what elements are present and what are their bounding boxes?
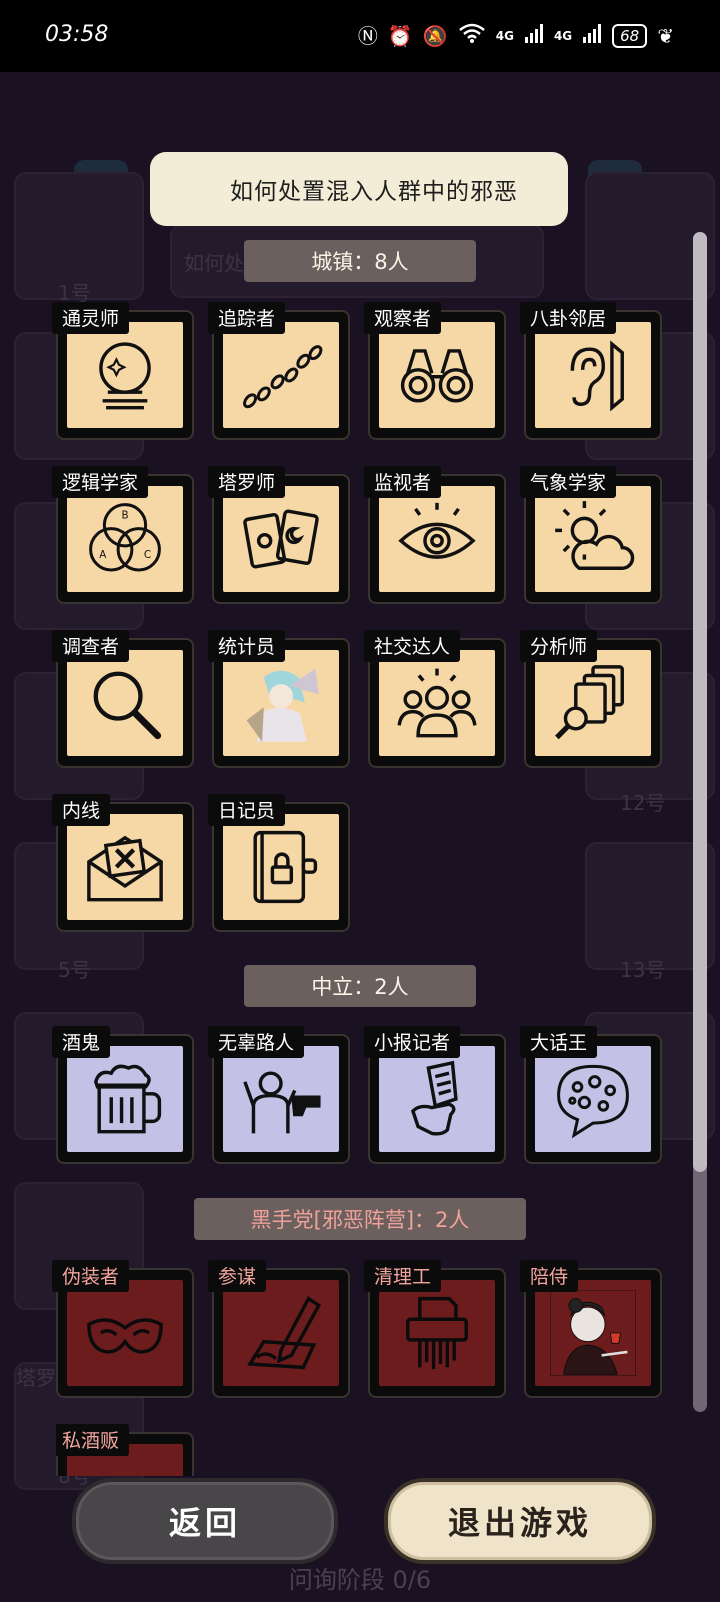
role-label: 清理工 (364, 1260, 442, 1292)
ghost-seat-label: 塔罗 (16, 1366, 56, 1390)
ear-icon (570, 340, 624, 412)
role-card-consigliere[interactable]: 参谋 (208, 1260, 350, 1398)
role-card-janitor[interactable]: 清理工 (364, 1260, 506, 1398)
role-card-diarist[interactable]: 日记员 (208, 794, 350, 932)
role-label: 酒鬼 (52, 1026, 111, 1058)
binoculars-icon (400, 349, 474, 403)
status-time: 03:58 (45, 22, 109, 47)
role-label: 通灵师 (52, 302, 130, 334)
weather-icon (555, 501, 635, 570)
character-portrait (238, 660, 324, 746)
role-card-disguiser[interactable]: 伪装者 (52, 1260, 194, 1398)
role-card-big-talker[interactable]: 大话王 (520, 1026, 662, 1164)
mask-icon (87, 1318, 163, 1354)
eye-icon (398, 502, 476, 559)
status-bar: 03:58 Ⓝ ⏰ 🔕 4G 4G 68 ❦ (0, 0, 720, 72)
dialog-title: 如何处置混入人群中的邪恶 (150, 152, 568, 226)
shredder-icon (406, 1296, 468, 1370)
venn-diagram-icon: B A C (89, 503, 161, 572)
scrollbar-thumb[interactable] (693, 232, 707, 1172)
role-label: 监视者 (364, 466, 442, 498)
leaf-icon: ❦ (657, 23, 674, 48)
character-portrait (550, 1290, 636, 1376)
beer-mug-icon (93, 1064, 162, 1134)
role-card-bootlegger[interactable]: 私酒贩 (56, 1424, 194, 1476)
role-card-socialite[interactable]: 社交达人 (364, 630, 506, 768)
battery-indicator: 68 (612, 23, 648, 48)
role-label: 逻辑学家 (52, 466, 149, 498)
dialog-title-text: 如何处置混入人群中的邪恶 (230, 179, 518, 205)
crowd-icon (397, 668, 477, 738)
role-label: 调查者 (52, 630, 130, 662)
role-card-tracker[interactable]: 追踪者 (208, 302, 350, 440)
role-card-innocent-bystander[interactable]: 无辜路人 (208, 1026, 350, 1164)
exit-game-button[interactable]: 退出游戏 (384, 1478, 656, 1564)
role-label: 观察者 (364, 302, 442, 334)
signal-icon (582, 23, 602, 48)
role-label: 八卦邻居 (520, 302, 617, 334)
role-label: 气象学家 (520, 466, 617, 498)
role-label: 伪装者 (52, 1260, 130, 1292)
role-label: 分析师 (520, 630, 598, 662)
documents-search-icon (555, 665, 624, 740)
alarm-icon: ⏰ (387, 23, 413, 48)
section-header-neutral: 中立：2人 (244, 965, 476, 1007)
role-card-informant[interactable]: 内线 (52, 794, 194, 932)
role-card-gossip-neighbor[interactable]: 八卦邻居 (520, 302, 662, 440)
svg-text:A: A (99, 549, 106, 561)
role-card-analyst[interactable]: 分析师 (520, 630, 662, 768)
signal-icon (524, 23, 544, 48)
newspaper-icon (410, 1060, 458, 1136)
role-label: 陪侍 (520, 1260, 579, 1292)
svg-text:C: C (144, 549, 151, 561)
wifi-icon (458, 22, 486, 49)
role-card-observer[interactable]: 观察者 (364, 302, 506, 440)
role-label: 大话王 (520, 1026, 598, 1058)
envelope-x-icon (87, 835, 163, 902)
magnifier-icon (93, 671, 162, 740)
speech-bubble-icon (557, 1064, 629, 1139)
role-card-tarot-reader[interactable]: 塔罗师 (208, 466, 350, 604)
role-label: 统计员 (208, 630, 286, 662)
role-label: 无辜路人 (208, 1026, 305, 1058)
section-header-evil: 黑手党[邪恶阵营]：2人 (194, 1198, 526, 1240)
locked-diary-icon (253, 830, 318, 904)
role-card-drunkard[interactable]: 酒鬼 (52, 1026, 194, 1164)
role-label: 内线 (52, 794, 111, 826)
role-label: 私酒贩 (56, 1424, 130, 1456)
network-type-2: 4G (553, 28, 573, 43)
pen-writing-icon (247, 1296, 322, 1370)
role-label: 小报记者 (364, 1026, 461, 1058)
role-card-meteorologist[interactable]: 气象学家 (520, 466, 662, 604)
role-label: 塔罗师 (208, 466, 286, 498)
role-card-tabloid-reporter[interactable]: 小报记者 (364, 1026, 506, 1164)
role-card-investigator[interactable]: 调查者 (52, 630, 194, 768)
back-button[interactable]: 返回 (72, 1478, 338, 1564)
section-header-town: 城镇：8人 (244, 240, 476, 282)
ghost-phase-text: 问询阶段 0/6 (288, 1566, 432, 1594)
ghost-seat-label: 13号 (620, 958, 666, 982)
role-card-logician[interactable]: 逻辑学家 B A C (52, 466, 194, 604)
ghost-seat-label: 12号 (620, 791, 666, 815)
role-card-watcher[interactable]: 监视者 (364, 466, 506, 604)
ghost-seat-label: 5号 (58, 958, 91, 982)
hostage-icon (243, 1071, 321, 1134)
footprints-icon (243, 345, 323, 409)
role-label: 日记员 (208, 794, 286, 826)
ghost-question: 如何处 (184, 251, 244, 275)
network-type-1: 4G (495, 28, 514, 43)
status-icons: Ⓝ ⏰ 🔕 4G 4G 68 ❦ (358, 22, 674, 49)
role-label: 社交达人 (364, 630, 461, 662)
nfc-icon: Ⓝ (357, 23, 378, 48)
role-label: 参谋 (208, 1260, 267, 1292)
mute-icon: 🔕 (422, 23, 448, 48)
role-card-spiritualist[interactable]: 通灵师 (52, 302, 194, 440)
role-card-escort[interactable]: 陪侍 (520, 1260, 662, 1398)
role-card-statistician[interactable]: 统计员 (208, 630, 350, 768)
tarot-cards-icon (243, 509, 319, 569)
svg-text:B: B (122, 509, 129, 521)
role-label: 追踪者 (208, 302, 286, 334)
crystal-ball-icon (99, 342, 151, 410)
